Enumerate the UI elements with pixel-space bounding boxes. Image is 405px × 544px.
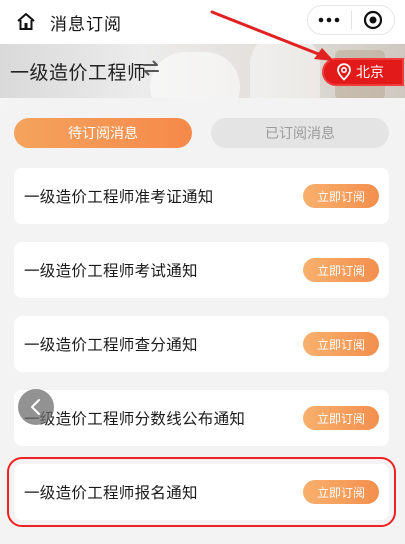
notice-card: 一级造价工程师分数线公布通知 立即订阅 [14,390,389,446]
exam-name[interactable]: 一级造价工程师 [10,58,147,85]
top-nav-bar: 消息订阅 [0,0,405,44]
subscribe-button[interactable]: 立即订阅 [303,406,379,430]
tab-pending[interactable]: 待订阅消息 [14,118,192,148]
banner-decoration [150,52,240,98]
notice-title: 一级造价工程师分数线公布通知 [24,410,246,428]
city-selector-button[interactable]: 北京 [322,58,404,86]
subscribe-button[interactable]: 立即订阅 [303,258,379,282]
notice-card: 一级造价工程师查分通知 立即订阅 [14,316,389,372]
subscribe-button[interactable]: 立即订阅 [303,332,379,356]
notice-title: 一级造价工程师报名通知 [24,484,198,502]
switch-arrows-icon[interactable] [142,59,162,79]
notice-card: 一级造价工程师考试通知 立即订阅 [14,242,389,298]
more-dots-icon[interactable] [308,6,351,34]
banner-decoration [250,44,320,98]
subscribe-button[interactable]: 立即订阅 [303,184,379,208]
location-pin-icon [337,63,351,81]
subscription-panel: 待订阅消息 已订阅消息 一级造价工程师准考证通知 立即订阅 一级造价工程师考试通… [0,98,405,544]
notice-title: 一级造价工程师准考证通知 [24,188,214,206]
mini-program-capsule [307,5,395,35]
notice-title: 一级造价工程师查分通知 [24,336,198,354]
notice-title: 一级造价工程师考试通知 [24,262,198,280]
subscribe-button[interactable]: 立即订阅 [303,480,379,504]
tab-subscribed[interactable]: 已订阅消息 [211,118,389,148]
page-title: 消息订阅 [50,14,122,35]
notice-card: 一级造价工程师准考证通知 立即订阅 [14,168,389,224]
chevron-left-icon [31,399,40,415]
city-label: 北京 [356,65,384,81]
back-button[interactable] [18,389,54,425]
home-icon[interactable] [14,10,38,34]
target-close-icon[interactable] [351,6,394,34]
notice-card-highlighted: 一级造价工程师报名通知 立即订阅 [7,457,396,527]
subscription-tabs: 待订阅消息 已订阅消息 [14,118,389,148]
